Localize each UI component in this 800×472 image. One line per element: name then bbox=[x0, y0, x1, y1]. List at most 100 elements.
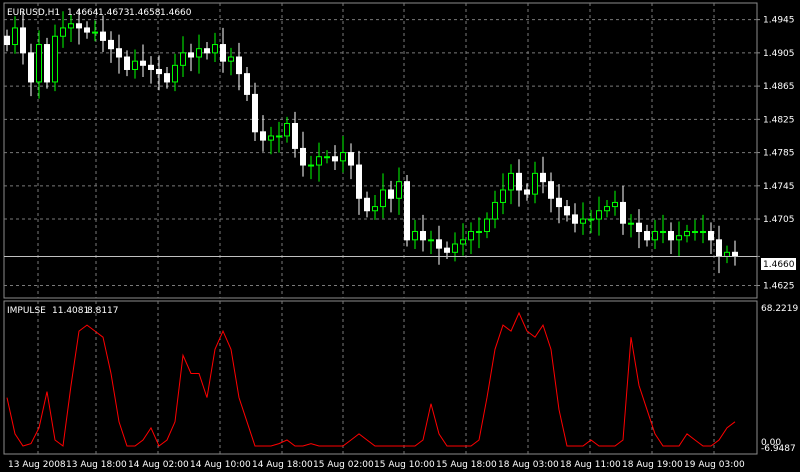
candle-body bbox=[4, 35, 10, 46]
indicator-min-tick: -6.9487 bbox=[761, 444, 796, 454]
indicator-title: IMPULSE bbox=[7, 306, 46, 316]
indicator-max-tick: 68.2219 bbox=[761, 304, 798, 314]
candle-body bbox=[172, 64, 178, 83]
candle-body bbox=[100, 31, 106, 41]
candle-body bbox=[12, 27, 18, 46]
candle-series bbox=[4, 9, 738, 274]
candle-body bbox=[588, 218, 594, 221]
candle-body bbox=[652, 231, 658, 241]
indicator-panel: IMPULSE 11.4081 8.8117 68.2219 0.00 -6.9… bbox=[3, 300, 798, 455]
candle-body bbox=[628, 222, 634, 225]
candle-body bbox=[548, 181, 554, 199]
price-panel: EURUSD,H1 1.4664 1.4673 1.4658 1.4660 1.… bbox=[3, 2, 796, 299]
candle-body bbox=[20, 27, 26, 54]
candle-body bbox=[444, 247, 450, 253]
candle-body bbox=[500, 189, 506, 203]
chart-canvas: EURUSD,H1 1.4664 1.4673 1.4658 1.4660 1.… bbox=[3, 2, 798, 470]
candle-body bbox=[300, 147, 306, 166]
candle-body bbox=[228, 56, 234, 62]
candle-body bbox=[332, 156, 338, 162]
candle-body bbox=[604, 206, 610, 212]
time-tick-label: 15 Aug 02:00 bbox=[313, 460, 374, 470]
candle-body bbox=[572, 214, 578, 224]
candle-body bbox=[716, 239, 722, 257]
candle-body bbox=[284, 122, 290, 137]
time-tick-label: 15 Aug 18:00 bbox=[436, 460, 497, 470]
indicator-grid bbox=[37, 301, 715, 454]
candle-body bbox=[356, 164, 362, 199]
candle-body bbox=[708, 231, 714, 241]
candle-body bbox=[92, 31, 98, 34]
price-tick-label: 1.4905 bbox=[763, 49, 795, 59]
candle-body bbox=[180, 52, 186, 66]
price-tick-label: 1.4865 bbox=[763, 82, 795, 92]
indicator-value-1: 11.4081 bbox=[52, 306, 89, 316]
candle-body bbox=[44, 44, 50, 83]
price-panel-frame bbox=[3, 2, 758, 299]
candle-body bbox=[724, 251, 730, 257]
candle-body bbox=[524, 189, 530, 195]
candle-body bbox=[140, 60, 146, 66]
candle-body bbox=[196, 48, 202, 58]
candle-body bbox=[76, 23, 82, 29]
indicator-value-2: 8.8117 bbox=[87, 306, 119, 316]
candle-body bbox=[164, 73, 170, 83]
candle-body bbox=[404, 181, 410, 241]
candle-body bbox=[36, 44, 42, 83]
candle-body bbox=[324, 156, 330, 159]
candle-body bbox=[484, 218, 490, 233]
candle-body bbox=[660, 231, 666, 234]
candle-body bbox=[212, 44, 218, 54]
candle-body bbox=[612, 201, 618, 208]
candle-body bbox=[460, 239, 466, 245]
candle-body bbox=[468, 231, 474, 241]
price-tick-label: 1.4825 bbox=[763, 115, 795, 125]
candle-body bbox=[476, 231, 482, 234]
price-close-value: 1.4660 bbox=[160, 8, 192, 18]
candle-body bbox=[68, 23, 74, 29]
candle-body bbox=[28, 52, 34, 83]
candle-body bbox=[372, 206, 378, 212]
current-price-text: 1.4660 bbox=[763, 260, 795, 270]
candle-body bbox=[492, 201, 498, 220]
candle-body bbox=[596, 210, 602, 220]
current-price-label: 1.4660 bbox=[761, 258, 796, 270]
time-tick-label: 13 Aug 18:00 bbox=[66, 460, 127, 470]
time-tick-label: 14 Aug 02:00 bbox=[128, 460, 189, 470]
candle-body bbox=[700, 231, 706, 234]
candle-body bbox=[564, 206, 570, 216]
candle-body bbox=[292, 122, 298, 149]
time-tick-label: 15 Aug 10:00 bbox=[374, 460, 435, 470]
candle-body bbox=[268, 135, 274, 141]
candle-body bbox=[412, 231, 418, 241]
candle-body bbox=[108, 39, 114, 50]
candle-body bbox=[516, 172, 522, 191]
time-tick-label: 13 Aug 2008 bbox=[8, 460, 66, 470]
price-tick-label: 1.4785 bbox=[763, 149, 795, 159]
price-high-value: 1.4673 bbox=[98, 8, 130, 18]
candle-body bbox=[428, 239, 434, 242]
candle-body bbox=[124, 56, 130, 70]
candle-body bbox=[636, 222, 642, 233]
candle-body bbox=[508, 172, 514, 191]
price-tick-label: 1.4705 bbox=[763, 215, 795, 225]
candle-body bbox=[316, 156, 322, 166]
candle-body bbox=[348, 152, 354, 166]
candle-body bbox=[244, 73, 250, 95]
candle-body bbox=[204, 48, 210, 54]
candle-body bbox=[252, 93, 258, 133]
candle-body bbox=[236, 56, 242, 75]
candle-body bbox=[532, 172, 538, 195]
candle-body bbox=[220, 44, 226, 62]
candle-body bbox=[436, 239, 442, 249]
candle-body bbox=[340, 152, 346, 162]
price-chart-title: EURUSD,H1 bbox=[7, 8, 60, 18]
candle-body bbox=[156, 68, 162, 75]
candle-body bbox=[276, 135, 282, 138]
time-axis: 13 Aug 2008 13 Aug 18:00 14 Aug 02:00 14 Au… bbox=[8, 460, 745, 470]
price-low-value: 1.4658 bbox=[129, 8, 161, 18]
candle-body bbox=[684, 231, 690, 237]
impulse-line bbox=[6, 311, 736, 447]
candle-body bbox=[668, 231, 674, 241]
time-tick-label: 18 Aug 03:00 bbox=[498, 460, 559, 470]
